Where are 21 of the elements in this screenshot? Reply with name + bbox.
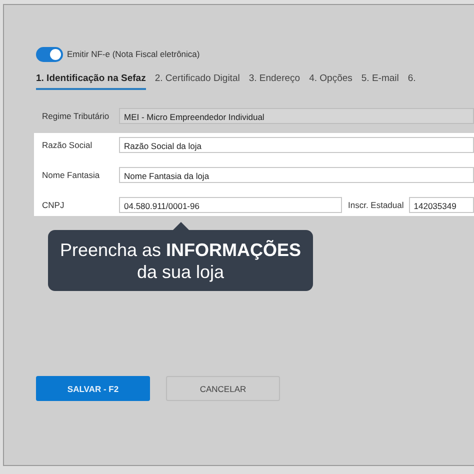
field-label: Razão Social [42,140,94,150]
tab[interactable]: 2. Certificado Digital [154,73,240,90]
tab[interactable]: 1. Identificação na Sefaz [36,73,146,90]
tab[interactable]: 4. Opções [309,73,352,90]
toggle-label: Emitir NF-e (Nota Fiscal eletrônica) [67,49,200,59]
toggle-switch[interactable] [36,46,63,62]
field-label: Inscr. Estadual [348,200,404,210]
tooltip: Preencha as INFORMAÇÕES da sua loja [48,230,313,291]
input-field[interactable]: MEI - Micro Empreendedor Individual [119,108,474,124]
save-button[interactable]: SALVAR - F2 [36,376,150,401]
input-field[interactable]: 04.580.911/0001-96 [119,196,342,212]
tab[interactable]: 6. [408,73,416,90]
input-field[interactable]: Razão Social da loja [119,136,474,152]
input-field[interactable]: 142035349 [408,196,474,212]
tab[interactable]: 3. Endereço [248,73,300,90]
field-label: Regime Tributário [42,111,110,121]
tab[interactable]: 5. E-mail [361,73,399,90]
input-field[interactable]: Nome Fantasia da loja [119,166,474,182]
field-label: Nome Fantasia [42,170,101,180]
field-label: CNPJ [42,200,66,210]
cancel-button[interactable]: CANCELAR [166,376,280,401]
